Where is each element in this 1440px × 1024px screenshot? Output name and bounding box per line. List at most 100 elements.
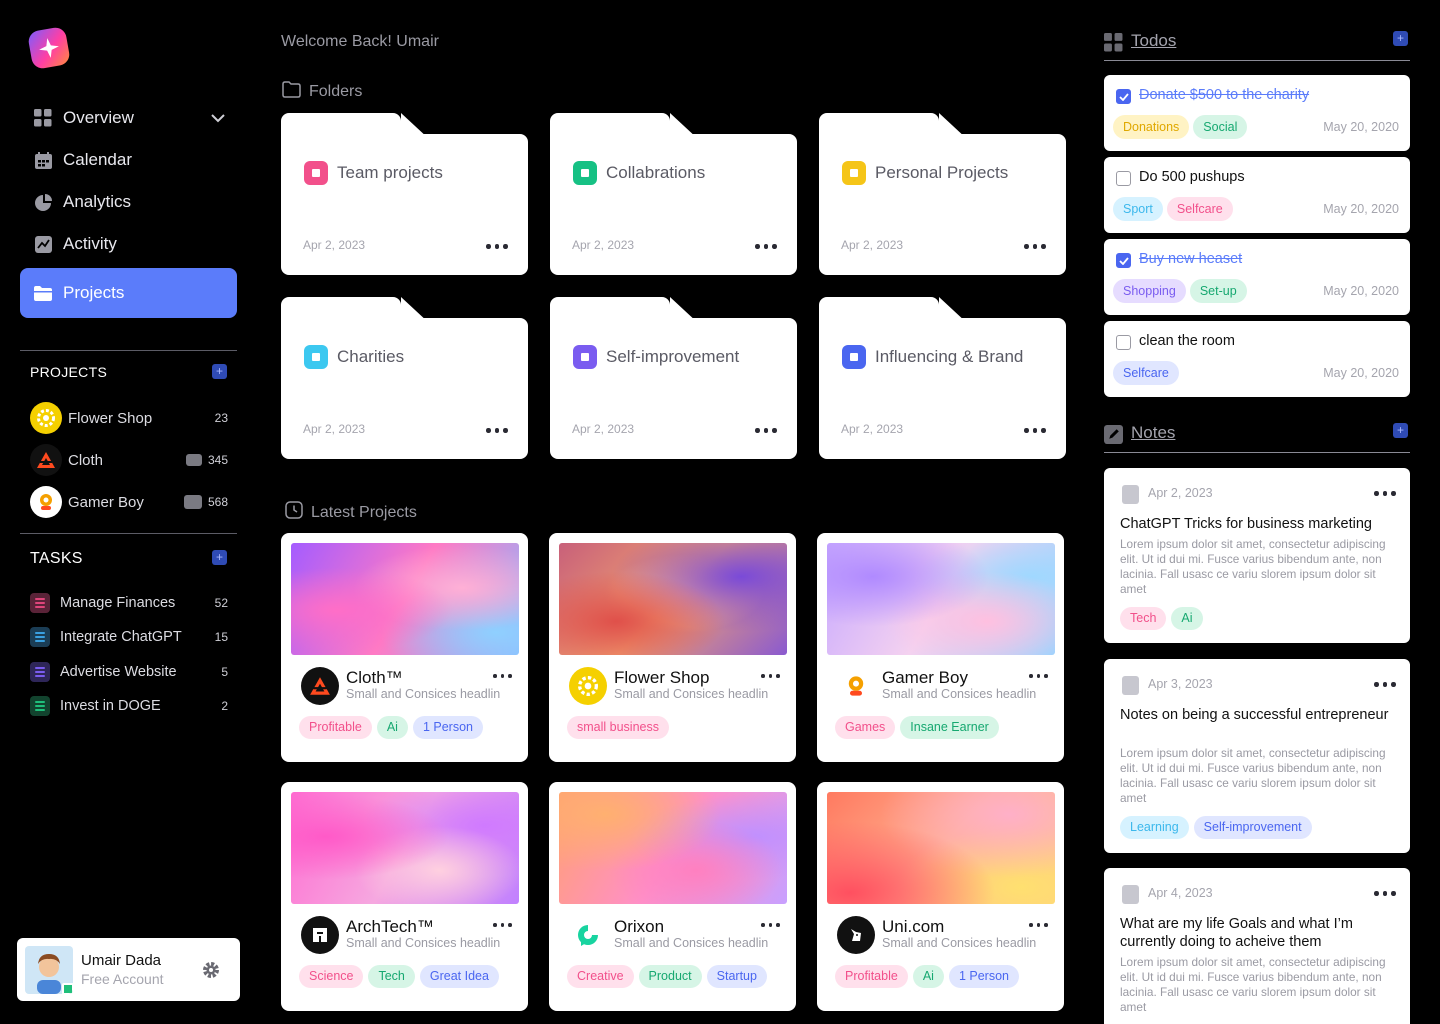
checkbox-unchecked[interactable] [1116,335,1131,350]
nav-overview[interactable]: Overview [20,98,237,138]
checkbox-unchecked[interactable] [1116,171,1131,186]
project-subtitle: Small and Consices headlin [882,936,1037,950]
project-cover-image [559,792,787,904]
tag[interactable]: Ai [1171,607,1203,630]
more-icon[interactable] [1374,891,1396,896]
tag[interactable]: Self-improvement [1193,816,1312,839]
tag[interactable]: small business [567,716,669,739]
tag[interactable]: Ai [376,716,408,739]
project-card[interactable]: Orixon Small and Consices headlin Creati… [549,782,796,1011]
tag[interactable]: Games [835,716,896,739]
nav-calendar[interactable]: Calendar [20,140,237,180]
more-icon[interactable] [1374,491,1396,496]
more-icon[interactable] [1029,923,1048,927]
project-item-gamer-boy[interactable]: Gamer Boy 568 [30,485,230,519]
folder-card[interactable]: Personal Projects Apr 2, 2023 [819,113,1066,275]
divider [20,350,237,351]
project-card[interactable]: Cloth™ Small and Consices headlin Profit… [281,533,528,762]
gear-icon[interactable] [202,961,220,984]
notes-label[interactable]: Notes [1131,423,1175,443]
add-todo-button[interactable]: + [1393,31,1408,46]
more-icon[interactable] [1029,674,1048,678]
more-icon[interactable] [761,923,780,927]
checkbox-checked[interactable] [1116,253,1131,268]
note-card[interactable]: Apr 3, 2023 Notes on being a successful … [1104,659,1410,853]
tag[interactable]: Profitable [299,716,372,739]
tag[interactable]: Donations [1113,115,1190,139]
checkbox-checked[interactable] [1116,89,1131,104]
folder-card[interactable]: Influencing & Brand Apr 2, 2023 [819,297,1066,459]
tag[interactable]: Creative [567,965,634,988]
more-icon[interactable] [493,923,512,927]
grid-icon [34,109,52,127]
user-card[interactable]: Umair Dada Free Account [17,938,240,1001]
folder-card[interactable]: Charities Apr 2, 2023 [281,297,528,459]
todo-date: May 20, 2020 [1323,202,1399,216]
todo-item[interactable]: Buy new heaset Shopping Set-up May 20, 2… [1104,239,1410,315]
more-icon[interactable] [755,244,777,249]
tag[interactable]: 1 Person [412,716,483,739]
tag[interactable]: Selfcare [1113,361,1179,385]
tag[interactable]: Profitable [835,965,908,988]
tag[interactable]: 1 Person [948,965,1019,988]
project-item-cloth[interactable]: Cloth 345 [30,443,230,477]
more-icon[interactable] [486,244,508,249]
note-card[interactable]: Apr 4, 2023 What are my life Goals and w… [1104,868,1410,1024]
more-icon[interactable] [1024,244,1046,249]
tag[interactable]: Science [299,965,364,988]
task-name: Advertise Website [60,664,177,680]
task-item[interactable]: Integrate ChatGPT 15 [30,623,230,651]
more-icon[interactable] [1374,682,1396,687]
task-item[interactable]: Manage Finances 52 [30,589,230,617]
more-icon[interactable] [493,674,512,678]
app-logo[interactable] [26,25,72,71]
more-icon[interactable] [1024,428,1046,433]
folder-card[interactable]: Self-improvement Apr 2, 2023 [550,297,797,459]
tag[interactable]: Product [638,965,702,988]
project-card[interactable]: ArchTech™ Small and Consices headlin Sci… [281,782,528,1011]
tag[interactable]: Startup [706,965,767,988]
project-count: 23 [214,411,228,425]
nav-analytics[interactable]: Analytics [20,182,237,222]
add-project-button[interactable]: + [212,364,227,379]
task-name: Invest in DOGE [60,698,161,714]
tag[interactable]: Learning [1120,816,1189,839]
tag[interactable]: Great Idea [419,965,499,988]
tag[interactable]: Ai [912,965,944,988]
tag[interactable]: Shopping [1113,279,1186,303]
nav-activity[interactable]: Activity [20,224,237,264]
add-note-button[interactable]: + [1393,423,1408,438]
note-title: ChatGPT Tricks for business marketing [1120,516,1372,532]
tag[interactable]: Sport [1113,197,1163,221]
project-card[interactable]: Uni.com Small and Consices headlin Profi… [817,782,1064,1011]
tag[interactable]: Tech [1120,607,1167,630]
project-card[interactable]: Gamer Boy Small and Consices headlin Gam… [817,533,1064,762]
folder-card[interactable]: Team projects Apr 2, 2023 [281,113,528,275]
add-task-button[interactable]: + [212,550,227,565]
project-item-flower-shop[interactable]: Flower Shop 23 [30,401,230,435]
tag[interactable]: Set-up [1189,279,1247,303]
tag[interactable]: Social [1193,115,1248,139]
todo-item[interactable]: Donate $500 to the charity Donations Soc… [1104,75,1410,151]
todos-label[interactable]: Todos [1131,31,1176,51]
tasks-section-title: TASKS [30,550,83,567]
tag[interactable]: Tech [368,965,415,988]
more-icon[interactable] [486,428,508,433]
more-icon[interactable] [755,428,777,433]
gamer-avatar-icon [837,667,875,705]
folder-card[interactable]: Collabrations Apr 2, 2023 [550,113,797,275]
tag[interactable]: Insane Earner [900,716,999,739]
tag[interactable]: Selfcare [1166,197,1233,221]
todo-item[interactable]: Do 500 pushups Sport Selfcare May 20, 20… [1104,157,1410,233]
task-item[interactable]: Advertise Website 5 [30,658,230,686]
todo-item[interactable]: clean the room Selfcare May 20, 2020 [1104,321,1410,397]
flower-icon [569,667,607,705]
task-item[interactable]: Invest in DOGE 2 [30,692,230,720]
nav-projects[interactable]: Projects [20,268,237,318]
project-card[interactable]: Flower Shop Small and Consices headlin s… [549,533,796,762]
folder-color-icon [304,345,328,369]
chevron-down-icon[interactable] [211,108,225,128]
folder-date: Apr 2, 2023 [303,238,366,252]
more-icon[interactable] [761,674,780,678]
note-card[interactable]: Apr 2, 2023 ChatGPT Tricks for business … [1104,468,1410,643]
